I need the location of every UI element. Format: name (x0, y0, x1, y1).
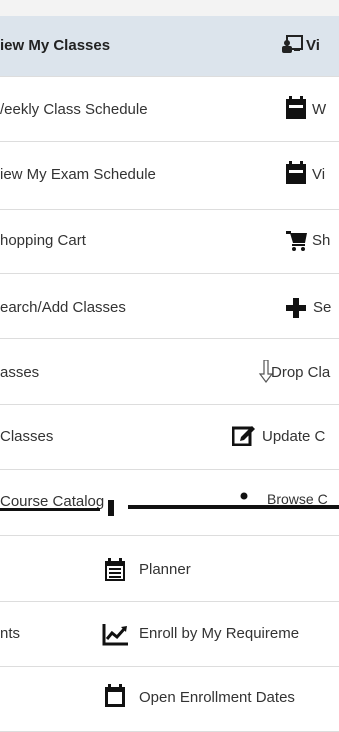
menu-right-label[interactable]: Drop Cla (271, 364, 330, 382)
menu-left-label[interactable]: earch/Add Classes (0, 299, 126, 317)
chart-icon (102, 624, 128, 646)
book-icon (240, 492, 248, 500)
calendar-icon (285, 161, 307, 185)
edit-icon (232, 424, 256, 446)
menu-left-label[interactable]: hopping Cart (0, 232, 86, 250)
calendar-icon (285, 96, 307, 120)
calendar-outline-icon (104, 684, 126, 708)
divider (0, 404, 339, 405)
menu-right-label[interactable]: Browse C (267, 490, 328, 508)
menu-right-label[interactable]: Planner (139, 561, 191, 579)
divider (0, 338, 339, 339)
menu-left-label[interactable]: iew My Classes (0, 37, 110, 55)
divider (0, 141, 339, 142)
menu-right-label[interactable]: Vi (306, 37, 320, 55)
planner-icon (104, 558, 126, 582)
divider (0, 535, 339, 536)
menu-left-label[interactable]: iew My Exam Schedule (0, 166, 156, 184)
cart-icon (286, 230, 308, 252)
menu-left-label[interactable]: /eekly Class Schedule (0, 101, 148, 119)
divider (0, 209, 339, 210)
menu-right-label[interactable]: Enroll by My Requireme (139, 625, 299, 643)
plus-icon (286, 298, 306, 318)
menu-left-label[interactable]: nts (0, 625, 20, 643)
menu-left-label[interactable]: asses (0, 364, 39, 382)
render-glitch (108, 500, 114, 516)
menu-right-label[interactable]: Se (313, 299, 331, 317)
top-strip (0, 0, 339, 16)
divider (0, 273, 339, 274)
menu-right-label[interactable]: Update C (262, 428, 325, 446)
menu-right-label[interactable]: Open Enrollment Dates (139, 689, 295, 707)
menu-right-label[interactable]: W (312, 101, 326, 119)
menu-right-label[interactable]: Sh (312, 232, 330, 250)
divider (0, 76, 339, 77)
menu-right-label[interactable]: Vi (312, 166, 325, 184)
view-classes-icon (282, 34, 304, 54)
render-glitch (0, 508, 100, 511)
divider (0, 469, 339, 470)
menu-left-label[interactable]: Classes (0, 428, 53, 446)
divider (0, 601, 339, 602)
divider (0, 666, 339, 667)
